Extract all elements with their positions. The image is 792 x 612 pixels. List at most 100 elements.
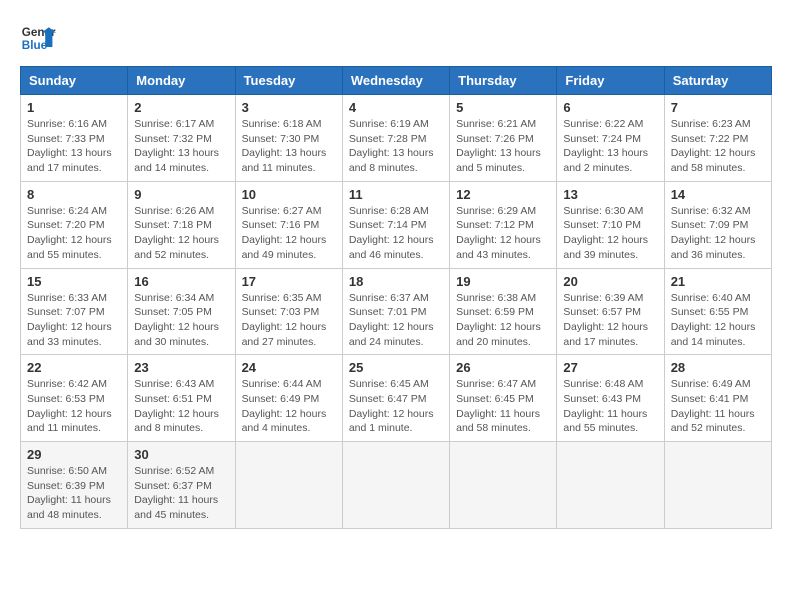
day-info: Sunrise: 6:39 AMSunset: 6:57 PMDaylight:…	[563, 291, 657, 350]
day-number: 19	[456, 274, 550, 289]
day-number: 26	[456, 360, 550, 375]
logo: General Blue	[20, 20, 56, 56]
calendar-cell: 4Sunrise: 6:19 AMSunset: 7:28 PMDaylight…	[342, 95, 449, 182]
weekday-header-saturday: Saturday	[664, 67, 771, 95]
day-info: Sunrise: 6:38 AMSunset: 6:59 PMDaylight:…	[456, 291, 550, 350]
day-number: 10	[242, 187, 336, 202]
svg-text:Blue: Blue	[22, 39, 48, 52]
day-number: 14	[671, 187, 765, 202]
calendar-cell: 7 Sunrise: 6:23 AMSunset: 7:22 PMDaylight…	[664, 95, 771, 182]
calendar-cell: 5 Sunrise: 6:21 AMSunset: 7:26 PMDaylight…	[450, 95, 557, 182]
day-info: Sunrise: 6:32 AMSunset: 7:09 PMDaylight:…	[671, 204, 765, 263]
calendar-cell: 27Sunrise: 6:48 AMSunset: 6:43 PMDayligh…	[557, 355, 664, 442]
day-number: 25	[349, 360, 443, 375]
calendar-week-4: 22 Sunrise: 6:42 AMSunset: 6:53 PMDayligh…	[21, 355, 772, 442]
day-info: Sunrise: 6:49 AMSunset: 6:41 PMDaylight:…	[671, 377, 765, 436]
day-info: Sunrise: 6:21 AMSunset: 7:26 PMDaylight:…	[456, 117, 550, 176]
calendar-cell: 22 Sunrise: 6:42 AMSunset: 6:53 PMDayligh…	[21, 355, 128, 442]
day-info: Sunrise: 6:43 AMSunset: 6:51 PMDaylight:…	[134, 377, 228, 436]
calendar-cell: 8 Sunrise: 6:24 AMSunset: 7:20 PMDaylight…	[21, 181, 128, 268]
calendar-cell: 20 Sunrise: 6:39 AMSunset: 6:57 PMDayligh…	[557, 268, 664, 355]
calendar-week-5: 29 Sunrise: 6:50 AMSunset: 6:39 PMDayligh…	[21, 442, 772, 529]
header: General Blue	[20, 20, 772, 56]
day-info: Sunrise: 6:47 AMSunset: 6:45 PMDaylight:…	[456, 377, 550, 436]
day-number: 17	[242, 274, 336, 289]
calendar-cell: 1 Sunrise: 6:16 AMSunset: 7:33 PMDaylight…	[21, 95, 128, 182]
day-number: 5	[456, 100, 550, 115]
day-info: Sunrise: 6:29 AMSunset: 7:12 PMDaylight:…	[456, 204, 550, 263]
day-info: Sunrise: 6:42 AMSunset: 6:53 PMDaylight:…	[27, 377, 121, 436]
day-number: 13	[563, 187, 657, 202]
day-info: Sunrise: 6:22 AMSunset: 7:24 PMDaylight:…	[563, 117, 657, 176]
day-number: 7	[671, 100, 765, 115]
calendar-cell: 24 Sunrise: 6:44 AMSunset: 6:49 PMDayligh…	[235, 355, 342, 442]
day-number: 18	[349, 274, 443, 289]
day-info: Sunrise: 6:37 AMSunset: 7:01 PMDaylight:…	[349, 291, 443, 350]
calendar-cell: 19 Sunrise: 6:38 AMSunset: 6:59 PMDayligh…	[450, 268, 557, 355]
day-number: 28	[671, 360, 765, 375]
calendar-cell: 17 Sunrise: 6:35 AMSunset: 7:03 PMDayligh…	[235, 268, 342, 355]
calendar-cell	[235, 442, 342, 529]
calendar-cell: 15 Sunrise: 6:33 AMSunset: 7:07 PMDayligh…	[21, 268, 128, 355]
day-number: 20	[563, 274, 657, 289]
day-number: 30	[134, 447, 228, 462]
day-number: 16	[134, 274, 228, 289]
day-info: Sunrise: 6:17 AMSunset: 7:32 PMDaylight:…	[134, 117, 228, 176]
weekday-header-tuesday: Tuesday	[235, 67, 342, 95]
weekday-header-monday: Monday	[128, 67, 235, 95]
day-info: Sunrise: 6:52 AMSunset: 6:37 PMDaylight:…	[134, 464, 228, 523]
calendar-cell: 26 Sunrise: 6:47 AMSunset: 6:45 PMDayligh…	[450, 355, 557, 442]
day-number: 6	[563, 100, 657, 115]
day-number: 4	[349, 100, 443, 115]
calendar-week-3: 15 Sunrise: 6:33 AMSunset: 7:07 PMDayligh…	[21, 268, 772, 355]
day-number: 22	[27, 360, 121, 375]
calendar-week-2: 8 Sunrise: 6:24 AMSunset: 7:20 PMDaylight…	[21, 181, 772, 268]
calendar-cell: 9Sunrise: 6:26 AMSunset: 7:18 PMDaylight…	[128, 181, 235, 268]
day-info: Sunrise: 6:16 AMSunset: 7:33 PMDaylight:…	[27, 117, 121, 176]
day-info: Sunrise: 6:35 AMSunset: 7:03 PMDaylight:…	[242, 291, 336, 350]
weekday-header-wednesday: Wednesday	[342, 67, 449, 95]
calendar-cell: 12 Sunrise: 6:29 AMSunset: 7:12 PMDayligh…	[450, 181, 557, 268]
calendar-cell	[342, 442, 449, 529]
calendar-cell	[664, 442, 771, 529]
weekday-header-thursday: Thursday	[450, 67, 557, 95]
calendar-cell: 14 Sunrise: 6:32 AMSunset: 7:09 PMDayligh…	[664, 181, 771, 268]
calendar-cell: 21Sunrise: 6:40 AMSunset: 6:55 PMDayligh…	[664, 268, 771, 355]
calendar-cell	[450, 442, 557, 529]
calendar-cell: 6 Sunrise: 6:22 AMSunset: 7:24 PMDaylight…	[557, 95, 664, 182]
day-number: 8	[27, 187, 121, 202]
day-info: Sunrise: 6:34 AMSunset: 7:05 PMDaylight:…	[134, 291, 228, 350]
calendar-cell	[557, 442, 664, 529]
weekday-header-friday: Friday	[557, 67, 664, 95]
day-info: Sunrise: 6:23 AMSunset: 7:22 PMDaylight:…	[671, 117, 765, 176]
day-info: Sunrise: 6:45 AMSunset: 6:47 PMDaylight:…	[349, 377, 443, 436]
calendar-cell: 18 Sunrise: 6:37 AMSunset: 7:01 PMDayligh…	[342, 268, 449, 355]
calendar-cell: 29 Sunrise: 6:50 AMSunset: 6:39 PMDayligh…	[21, 442, 128, 529]
calendar-cell: 13 Sunrise: 6:30 AMSunset: 7:10 PMDayligh…	[557, 181, 664, 268]
day-info: Sunrise: 6:50 AMSunset: 6:39 PMDaylight:…	[27, 464, 121, 523]
day-info: Sunrise: 6:28 AMSunset: 7:14 PMDaylight:…	[349, 204, 443, 263]
day-info: Sunrise: 6:26 AMSunset: 7:18 PMDaylight:…	[134, 204, 228, 263]
day-number: 11	[349, 187, 443, 202]
day-info: Sunrise: 6:30 AMSunset: 7:10 PMDaylight:…	[563, 204, 657, 263]
day-info: Sunrise: 6:33 AMSunset: 7:07 PMDaylight:…	[27, 291, 121, 350]
day-number: 3	[242, 100, 336, 115]
day-number: 15	[27, 274, 121, 289]
calendar-week-1: 1 Sunrise: 6:16 AMSunset: 7:33 PMDaylight…	[21, 95, 772, 182]
day-info: Sunrise: 6:44 AMSunset: 6:49 PMDaylight:…	[242, 377, 336, 436]
day-info: Sunrise: 6:18 AMSunset: 7:30 PMDaylight:…	[242, 117, 336, 176]
day-number: 27	[563, 360, 657, 375]
calendar-cell: 25 Sunrise: 6:45 AMSunset: 6:47 PMDayligh…	[342, 355, 449, 442]
day-number: 29	[27, 447, 121, 462]
day-info: Sunrise: 6:27 AMSunset: 7:16 PMDaylight:…	[242, 204, 336, 263]
day-number: 23	[134, 360, 228, 375]
day-info: Sunrise: 6:24 AMSunset: 7:20 PMDaylight:…	[27, 204, 121, 263]
calendar-cell: 11 Sunrise: 6:28 AMSunset: 7:14 PMDayligh…	[342, 181, 449, 268]
day-number: 24	[242, 360, 336, 375]
day-number: 1	[27, 100, 121, 115]
calendar-cell: 2Sunrise: 6:17 AMSunset: 7:32 PMDaylight…	[128, 95, 235, 182]
day-number: 12	[456, 187, 550, 202]
day-info: Sunrise: 6:40 AMSunset: 6:55 PMDaylight:…	[671, 291, 765, 350]
calendar-cell: 16 Sunrise: 6:34 AMSunset: 7:05 PMDayligh…	[128, 268, 235, 355]
calendar-cell: 10 Sunrise: 6:27 AMSunset: 7:16 PMDayligh…	[235, 181, 342, 268]
